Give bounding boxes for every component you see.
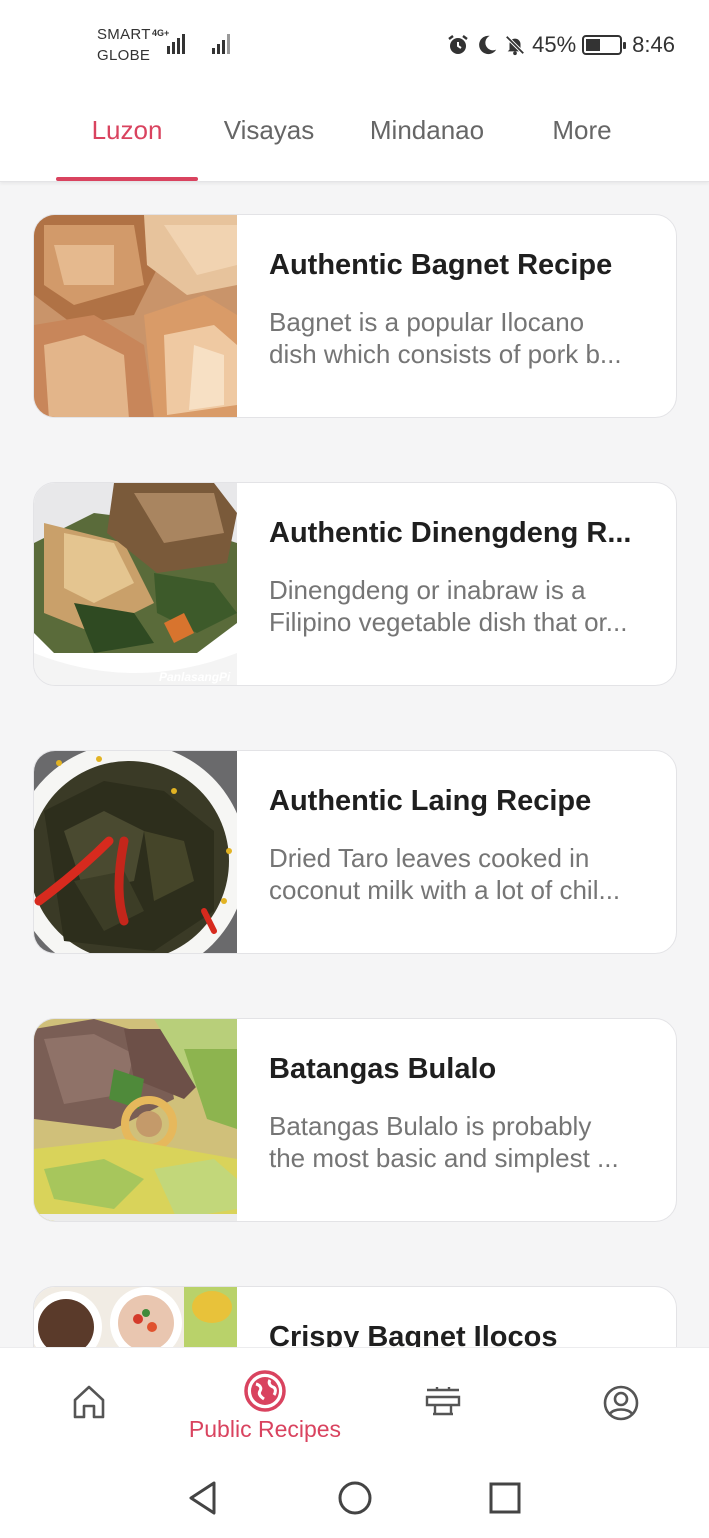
recipe-card[interactable]: Batangas Bulalo Batangas Bulalo is proba… [33,1018,677,1222]
recipe-description-line: Dinengdeng or inabraw is a [269,575,586,605]
recipe-description: Bagnet is a popular Ilocano dish which c… [269,306,649,370]
recipe-title: Authentic Bagnet Recipe [269,249,613,281]
recipe-description: Dinengdeng or inabraw is a Filipino vege… [269,574,649,638]
app-screen: SMART GLOBE 4G+ 45% 8:46 Luzon Visayas M… [0,0,709,1538]
system-navigation-bar [0,1457,709,1538]
battery-fill [586,39,601,51]
active-tab-indicator [56,177,198,181]
profile-icon [603,1385,639,1421]
nav-home[interactable] [44,1348,134,1458]
nav-recipes-board[interactable] [398,1348,488,1458]
recipe-description: Dried Taro leaves cooked in coconut milk… [269,842,649,906]
recipe-card[interactable]: Crispy Bagnet Ilocos [33,1286,677,1347]
recipe-list[interactable]: Authentic Bagnet Recipe Bagnet is a popu… [0,183,709,1347]
recipe-title: Batangas Bulalo [269,1053,497,1085]
battery-percent: 45% [532,32,577,57]
recipe-card[interactable]: Authentic Laing Recipe Dried Taro leaves… [33,750,677,954]
recipe-description: Batangas Bulalo is probably the most bas… [269,1110,649,1174]
laing-photo [34,751,237,953]
recipe-card[interactable]: Authentic Bagnet Recipe Bagnet is a popu… [33,214,677,418]
tab-visayas[interactable]: Visayas [205,110,333,150]
signal-bars-icon [167,32,185,54]
back-icon[interactable] [186,1479,220,1517]
recipes-board-icon [425,1387,461,1416]
tab-mindanao[interactable]: Mindanao [350,110,504,150]
globe-icon [244,1370,286,1412]
dinengdeng-photo: PanlasangPi [34,483,237,685]
bell-off-icon [505,35,525,56]
recipe-description-line: Dried Taro leaves cooked in [269,843,590,873]
carrier-label: SMART GLOBE [97,24,151,66]
home-circle-icon[interactable] [336,1479,374,1517]
region-tabs: Luzon Visayas Mindanao More [0,90,709,182]
alarm-icon [448,35,468,54]
home-icon [73,1385,105,1419]
recipe-title: Authentic Laing Recipe [269,785,592,817]
recipe-description-line: Filipino vegetable dish that or... [269,607,628,637]
recipe-title: Crispy Bagnet Ilocos [269,1321,558,1347]
bottom-navigation: Public Recipes [0,1347,709,1457]
recipe-description-line: the most basic and simplest ... [269,1143,619,1173]
watermark-text: PanlasangPi [159,670,231,684]
clock: 8:46 [632,32,675,57]
bagnet-photo [34,215,237,417]
nav-label-public-recipes: Public Recipes [188,1416,342,1442]
recipe-title: Authentic Dinengdeng R... [269,517,632,549]
bulalo-photo [34,1019,237,1221]
nav-public-recipes[interactable]: Public Recipes [170,1348,360,1458]
carrier-line-2: GLOBE [97,47,151,64]
status-icons: 45% 8:46 [446,30,675,60]
recipe-description-line: coconut milk with a lot of chil... [269,875,621,905]
signal-bars-2-icon [212,32,230,54]
carrier-line-1: SMART [97,26,151,43]
recipe-description-line: Bagnet is a popular Ilocano [269,307,585,337]
tab-more[interactable]: More [530,110,634,150]
recipe-card[interactable]: PanlasangPi Authentic Dinengdeng R... Di… [33,482,677,686]
recipe-description-line: Batangas Bulalo is probably [269,1111,592,1141]
battery-icon [582,35,627,55]
crispy-bagnet-photo [34,1287,237,1347]
nav-profile[interactable] [576,1348,666,1458]
tab-luzon[interactable]: Luzon [56,110,198,150]
moon-icon [479,35,497,55]
recents-icon[interactable] [487,1479,523,1517]
status-bar: SMART GLOBE 4G+ 45% 8:46 [0,0,709,90]
recipe-description-line: dish which consists of pork b... [269,339,622,369]
